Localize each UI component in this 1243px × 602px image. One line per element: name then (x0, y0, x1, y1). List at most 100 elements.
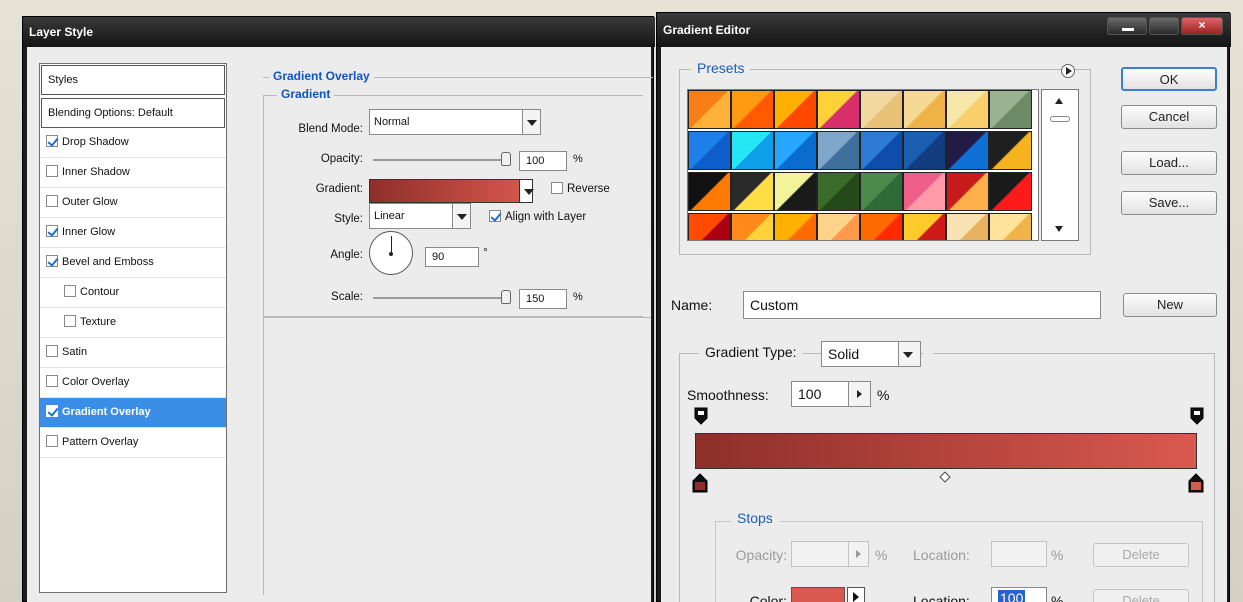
style-item-contour[interactable]: Contour (40, 278, 226, 308)
close-icon[interactable]: × (1181, 17, 1223, 35)
checkbox-icon[interactable] (46, 135, 58, 147)
preset-swatch[interactable] (688, 90, 731, 129)
presets-menu-icon[interactable] (1061, 64, 1075, 78)
preset-swatch[interactable] (946, 90, 989, 129)
smoothness-input[interactable]: 100 (791, 381, 871, 407)
new-button[interactable]: New (1123, 293, 1217, 317)
gradient-type-select[interactable]: Solid (821, 341, 921, 367)
stop-color-menu[interactable] (847, 587, 865, 602)
scale-slider-thumb[interactable] (501, 290, 511, 304)
preset-swatch[interactable] (903, 90, 946, 129)
color-stop-right[interactable] (1188, 473, 1204, 493)
ok-button[interactable]: OK (1121, 67, 1217, 91)
style-item-satin[interactable]: Satin (40, 338, 226, 368)
opacity-stop-right[interactable] (1190, 407, 1204, 425)
style-item-inner-glow[interactable]: Inner Glow (40, 218, 226, 248)
blend-mode-select[interactable]: Normal (369, 109, 541, 135)
checkbox-icon[interactable] (46, 255, 58, 267)
preset-swatch[interactable] (731, 172, 774, 211)
opacity-slider[interactable] (373, 151, 511, 169)
style-item-texture[interactable]: Texture (40, 308, 226, 338)
preset-swatch[interactable] (731, 90, 774, 129)
style-item-outer-glow[interactable]: Outer Glow (40, 188, 226, 218)
checkbox-icon[interactable] (46, 195, 58, 207)
gradient-bar[interactable] (695, 433, 1197, 469)
presets-scrollbar[interactable] (1041, 89, 1079, 241)
scale-slider[interactable] (373, 289, 511, 307)
style-item-drop-shadow[interactable]: Drop Shadow (40, 128, 226, 158)
stop-opacity-stepper[interactable] (848, 542, 868, 566)
style-select[interactable]: Linear (369, 203, 471, 229)
preset-swatch[interactable] (774, 131, 817, 170)
color-stop-left[interactable] (692, 473, 708, 493)
preset-swatch[interactable] (946, 172, 989, 211)
stop-color-swatch[interactable] (791, 587, 845, 602)
style-item-bevel-and-emboss[interactable]: Bevel and Emboss (40, 248, 226, 278)
preset-swatch[interactable] (946, 213, 989, 240)
preset-swatch[interactable] (989, 172, 1032, 211)
reverse-checkbox[interactable]: Reverse (551, 182, 610, 195)
preset-swatch[interactable] (860, 131, 903, 170)
styles-header[interactable]: Styles (41, 65, 225, 95)
maximize-icon[interactable] (1149, 17, 1179, 35)
preset-swatch[interactable] (731, 213, 774, 240)
angle-dial[interactable] (369, 231, 413, 275)
save-button[interactable]: Save... (1121, 191, 1217, 215)
stop-color-location-input[interactable]: 100 (991, 587, 1047, 602)
preset-swatch[interactable] (903, 172, 946, 211)
preset-swatch[interactable] (731, 131, 774, 170)
angle-input[interactable]: 90 (425, 247, 479, 267)
blending-options[interactable]: Blending Options: Default (41, 98, 225, 128)
scale-input[interactable]: 150 (519, 289, 567, 309)
stop-opacity-input[interactable] (791, 541, 869, 567)
checkbox-icon[interactable] (64, 315, 76, 327)
preset-swatch[interactable] (688, 213, 731, 240)
scroll-up-icon[interactable] (1055, 98, 1063, 104)
preset-swatch[interactable] (817, 90, 860, 129)
checkbox-icon[interactable] (46, 225, 58, 237)
preset-swatch[interactable] (860, 172, 903, 211)
style-item-inner-shadow[interactable]: Inner Shadow (40, 158, 226, 188)
preset-swatch[interactable] (774, 90, 817, 129)
style-item-pattern-overlay[interactable]: Pattern Overlay (40, 428, 226, 458)
preset-swatch[interactable] (688, 131, 731, 170)
opacity-slider-thumb[interactable] (501, 152, 511, 166)
preset-swatch[interactable] (774, 172, 817, 211)
preset-swatch[interactable] (860, 90, 903, 129)
checkbox-icon[interactable] (46, 405, 58, 417)
preset-swatch[interactable] (860, 213, 903, 240)
preset-swatch[interactable] (946, 131, 989, 170)
align-with-layer-checkbox[interactable]: Align with Layer (489, 210, 586, 223)
cancel-button[interactable]: Cancel (1121, 105, 1217, 129)
preset-swatch[interactable] (817, 172, 860, 211)
preset-swatch[interactable] (989, 213, 1032, 240)
opacity-stop-left[interactable] (694, 407, 708, 425)
preset-swatch[interactable] (989, 90, 1032, 129)
checkbox-icon[interactable] (46, 345, 58, 357)
preset-swatch[interactable] (817, 213, 860, 240)
preset-swatch[interactable] (688, 172, 731, 211)
preset-swatch[interactable] (817, 131, 860, 170)
style-item-color-overlay[interactable]: Color Overlay (40, 368, 226, 398)
preset-swatch[interactable] (903, 131, 946, 170)
scroll-down-icon[interactable] (1055, 226, 1063, 232)
preset-swatch[interactable] (774, 213, 817, 240)
minimize-icon[interactable] (1107, 17, 1147, 35)
scroll-thumb[interactable] (1050, 116, 1070, 122)
checkbox-icon[interactable] (46, 435, 58, 447)
checkbox-icon[interactable] (46, 375, 58, 387)
preset-swatch[interactable] (989, 131, 1032, 170)
delete-opacity-stop-button[interactable]: Delete (1093, 543, 1189, 567)
checkbox-icon[interactable] (64, 285, 76, 297)
preset-swatch[interactable] (903, 213, 946, 240)
checkbox-icon[interactable] (46, 165, 58, 177)
stop-opacity-location-input[interactable] (991, 541, 1047, 567)
smoothness-stepper[interactable] (848, 382, 870, 406)
opacity-input[interactable]: 100 (519, 151, 567, 171)
style-item-gradient-overlay[interactable]: Gradient Overlay (40, 398, 226, 428)
gradient-preview[interactable] (369, 179, 533, 203)
load-button[interactable]: Load... (1121, 151, 1217, 175)
delete-color-stop-button[interactable]: Delete (1093, 589, 1189, 602)
name-input[interactable]: Custom (743, 291, 1101, 319)
gradient-dropdown[interactable] (519, 179, 534, 203)
